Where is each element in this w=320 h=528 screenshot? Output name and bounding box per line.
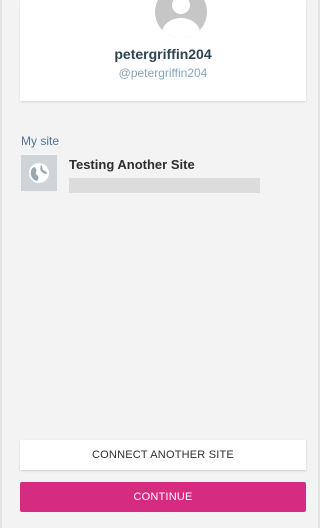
site-list-item[interactable]: Testing Another Site (21, 155, 306, 195)
my-site-label: My site (21, 134, 60, 148)
app-frame: petergriffin204 @petergriffin204 My site… (0, 0, 320, 528)
user-handle: @petergriffin204 (118, 66, 208, 80)
connect-another-site-button[interactable]: CONNECT ANOTHER SITE (20, 440, 306, 470)
username: petergriffin204 (114, 46, 212, 62)
default-avatar-icon (155, 0, 207, 38)
continue-button[interactable]: CONTINUE (20, 482, 306, 512)
profile-card: petergriffin204 @petergriffin204 (20, 0, 306, 101)
site-url-placeholder (69, 178, 260, 193)
globe-icon (21, 155, 57, 191)
avatar-body-shape (162, 18, 200, 38)
site-name: Testing Another Site (69, 157, 195, 172)
avatar-head-shape (172, 0, 190, 14)
